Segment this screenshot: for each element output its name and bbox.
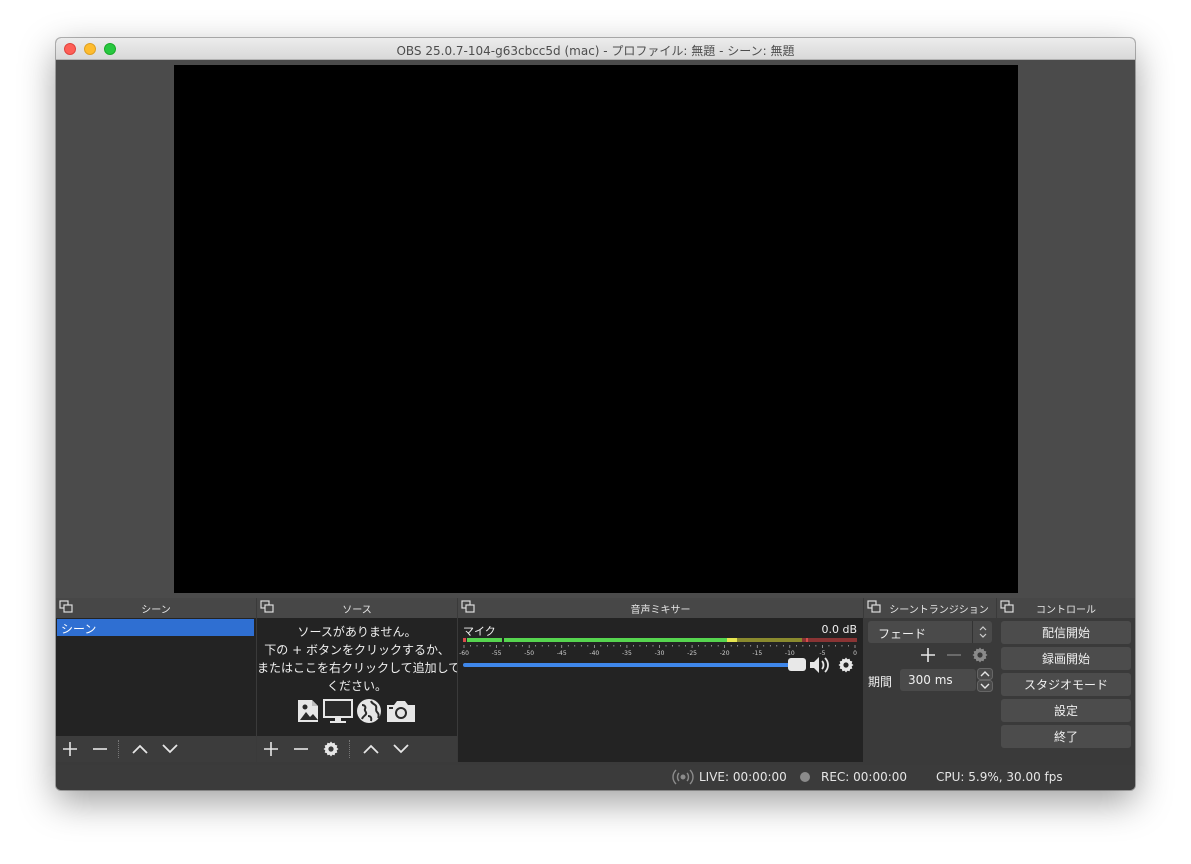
plus-icon <box>264 742 278 756</box>
minus-icon[interactable] <box>946 647 962 663</box>
move-scene-up-button[interactable] <box>130 739 150 759</box>
volume-fader-knob[interactable] <box>788 658 806 671</box>
program-preview[interactable] <box>174 65 1018 593</box>
chevron-down-icon <box>162 744 178 754</box>
meter-tick-label: -55 <box>492 650 502 657</box>
sources-dock-title: ソース <box>342 605 372 616</box>
empty-message-line: ください。 <box>326 679 387 693</box>
toolbar-separator <box>349 740 350 758</box>
volume-fader-track[interactable] <box>463 663 801 667</box>
meter-tick-label: -10 <box>785 650 795 657</box>
chevron-up-icon <box>363 744 379 754</box>
updown-chevron-icon <box>979 626 986 638</box>
source-properties-button[interactable] <box>321 739 341 759</box>
meter-tick-label: -40 <box>589 650 599 657</box>
display-icon <box>323 699 353 723</box>
move-source-up-button[interactable] <box>361 739 381 759</box>
preview-area <box>56 60 1135 598</box>
sources-dock: ソース ソースがありません。 下の + ボタンをクリックするか、 またはここを右… <box>257 598 457 762</box>
empty-message-line: ソースがありません。 <box>297 625 417 639</box>
exit-button[interactable]: 終了 <box>1001 725 1131 748</box>
live-broadcast-icon <box>672 769 694 785</box>
live-timer: LIVE: 00:00:00 <box>699 770 787 784</box>
transition-select-value: フェード <box>878 627 927 641</box>
start-streaming-button[interactable]: 配信開始 <box>1001 621 1131 644</box>
speaker-icon[interactable] <box>809 655 833 675</box>
undock-icon[interactable] <box>867 600 881 614</box>
rec-timer: REC: 00:00:00 <box>821 770 908 784</box>
scenes-dock-header: シーン <box>56 598 256 618</box>
settings-button[interactable]: 設定 <box>1001 699 1131 722</box>
scene-list-item[interactable]: シーン <box>57 619 254 636</box>
move-source-down-button[interactable] <box>391 739 411 759</box>
window-title: OBS 25.0.7-104-g63cbcc5d (mac) - プロファイル:… <box>396 44 795 58</box>
mixer-level-readout: 0.0 dB <box>821 623 857 636</box>
sources-dock-header: ソース <box>257 598 457 618</box>
duration-stepper[interactable] <box>977 668 993 692</box>
mixer-channel-name: マイク <box>463 625 496 638</box>
meter-tick-label: -25 <box>687 650 697 657</box>
transitions-dock-header: シーントランジション <box>864 598 996 618</box>
scenes-dock: シーン シーン <box>56 598 256 762</box>
transitions-body: フェード 期間 300 ms <box>864 618 996 762</box>
transition-select[interactable]: フェード <box>868 621 992 643</box>
scenes-toolbar <box>56 736 256 762</box>
minus-icon <box>294 748 308 750</box>
controls-dock-title: コントロール <box>1036 605 1096 616</box>
plus-icon[interactable] <box>920 647 936 663</box>
add-scene-button[interactable] <box>60 739 80 759</box>
mixer-dock-title: 音声ミキサー <box>630 605 691 616</box>
minus-icon <box>93 748 107 750</box>
scenes-list[interactable]: シーン <box>56 618 256 736</box>
scenes-dock-title: シーン <box>141 605 171 616</box>
mixer-body: マイク 0.0 dB -60 -55 -50 -45 -40 -35 -30 -25 -20 -1… <box>458 618 863 762</box>
add-source-button[interactable] <box>261 739 281 759</box>
globe-icon <box>357 699 381 723</box>
meter-tick-label: -50 <box>524 650 534 657</box>
remove-source-button[interactable] <box>291 739 311 759</box>
sources-empty-message: ソースがありません。 下の + ボタンをクリックするか、 またはここを右クリック… <box>257 623 457 695</box>
cpu-fps-readout: CPU: 5.9%, 30.00 fps <box>936 770 1063 784</box>
remove-scene-button[interactable] <box>90 739 110 759</box>
controls-dock-header: コントロール <box>997 598 1135 618</box>
start-recording-button[interactable]: 録画開始 <box>1001 647 1131 670</box>
volume-meter <box>463 638 857 642</box>
chevron-down-icon <box>393 744 409 754</box>
controls-body: 配信開始 録画開始 スタジオモード 設定 終了 <box>997 618 1135 762</box>
sources-toolbar <box>257 736 457 762</box>
meter-scale: -60 -55 -50 -45 -40 -35 -30 -25 -20 -15 -10 -5 0 <box>459 645 857 657</box>
obs-window: OBS 25.0.7-104-g63cbcc5d (mac) - プロファイル:… <box>56 38 1135 790</box>
meter-tick-label: -35 <box>622 650 632 657</box>
image-icon <box>298 700 318 722</box>
gear-icon[interactable] <box>971 646 989 664</box>
camera-icon <box>387 701 415 722</box>
rec-indicator-icon <box>800 772 810 782</box>
transitions-dock-title: シーントランジション <box>889 605 989 616</box>
plus-icon <box>63 742 77 756</box>
gear-icon <box>323 741 339 757</box>
empty-message-line: またはここを右クリックして追加して <box>257 661 457 675</box>
meter-tick-label: -60 <box>459 650 469 657</box>
chevron-up-icon <box>132 744 148 754</box>
controls-dock: コントロール 配信開始 録画開始 スタジオモード 設定 終了 <box>997 598 1135 762</box>
meter-tick-label: -20 <box>720 650 730 657</box>
meter-tick-label: -30 <box>655 650 665 657</box>
select-arrows <box>972 621 992 643</box>
sources-list[interactable]: ソースがありません。 下の + ボタンをクリックするか、 またはここを右クリック… <box>257 618 457 736</box>
mixer-dock-header: 音声ミキサー <box>458 598 863 618</box>
duration-label: 期間 <box>868 675 893 689</box>
studio-mode-button[interactable]: スタジオモード <box>1001 673 1131 696</box>
toolbar-separator <box>118 740 119 758</box>
title-bar: OBS 25.0.7-104-g63cbcc5d (mac) - プロファイル:… <box>56 38 1135 60</box>
duration-input[interactable]: 300 ms <box>900 669 976 691</box>
meter-tick-label: -15 <box>752 650 762 657</box>
gear-icon[interactable] <box>837 656 855 674</box>
empty-message-line: 下の + ボタンをクリックするか、 <box>264 643 450 657</box>
status-bar: LIVE: 00:00:00 REC: 00:00:00 CPU: 5.9%, … <box>56 765 1135 790</box>
transitions-dock: シーントランジション フェード 期間 300 ms <box>864 598 996 762</box>
meter-tick-label: -45 <box>557 650 567 657</box>
move-scene-down-button[interactable] <box>160 739 180 759</box>
audio-mixer-dock: 音声ミキサー マイク 0.0 dB -60 -55 -50 -45 -40 -35 -30 -… <box>458 598 863 762</box>
